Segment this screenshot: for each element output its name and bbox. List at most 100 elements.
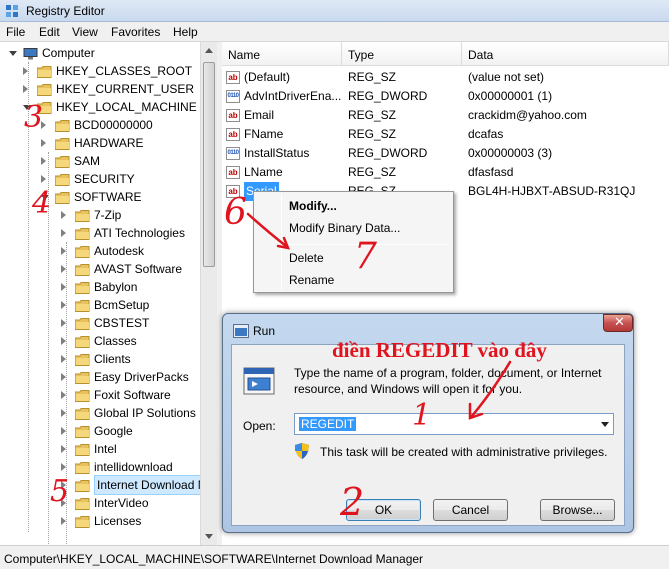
- tree-item[interactable]: CBSTEST: [0, 314, 200, 332]
- tree-item-label: Google: [94, 424, 133, 438]
- table-row[interactable]: 0110 AdvIntDriverEna... REG_DWORD 0x0000000…: [222, 87, 669, 106]
- table-row[interactable]: ab LName REG_SZ dfasfasd: [222, 163, 669, 182]
- tree-item-label: BcmSetup: [94, 298, 150, 312]
- table-row[interactable]: ab Email REG_SZ crackidm@yahoo.com: [222, 106, 669, 125]
- menu-file[interactable]: File: [6, 25, 25, 39]
- tree-item[interactable]: Google: [0, 422, 200, 440]
- tree-item[interactable]: Foxit Software: [0, 386, 200, 404]
- scroll-thumb[interactable]: [203, 62, 215, 267]
- folder-icon: [74, 245, 90, 258]
- admin-privileges-note: This task will be created with administr…: [320, 445, 608, 459]
- folder-icon: [74, 335, 90, 348]
- value-name: AdvIntDriverEna...: [244, 89, 342, 103]
- tree-item[interactable]: Internet Download Manager: [0, 475, 200, 495]
- expand-arrow-icon[interactable]: [61, 229, 66, 237]
- scroll-down-arrow-icon[interactable]: [205, 534, 213, 539]
- tree-item-label: AVAST Software: [94, 262, 183, 276]
- menu-edit[interactable]: Edit: [39, 25, 60, 39]
- value-name: FName: [244, 127, 284, 141]
- annotation-step-4: 4: [32, 186, 52, 221]
- collapse-arrow-icon[interactable]: [9, 51, 17, 56]
- scroll-up-arrow-icon[interactable]: [205, 48, 213, 53]
- string-value-icon: ab: [226, 128, 240, 141]
- tree-item[interactable]: intellidownload: [0, 458, 200, 476]
- menu-help[interactable]: Help: [173, 25, 198, 39]
- expand-arrow-icon[interactable]: [61, 211, 66, 219]
- value-type: REG_SZ: [348, 127, 397, 141]
- tree-item[interactable]: 7-Zip: [0, 206, 200, 224]
- menu-item-delete[interactable]: Delete: [289, 251, 324, 265]
- tree-item[interactable]: Computer: [0, 44, 200, 62]
- annotation-step-6: 6: [224, 192, 247, 233]
- tree-item[interactable]: Easy DriverPacks: [0, 368, 200, 386]
- menu-view[interactable]: View: [72, 25, 98, 39]
- run-program-icon: [243, 367, 275, 395]
- cancel-button[interactable]: Cancel: [433, 499, 508, 521]
- column-header-name[interactable]: Name: [222, 42, 342, 66]
- table-row[interactable]: ab FName REG_SZ dcafas: [222, 125, 669, 144]
- expand-arrow-icon[interactable]: [41, 175, 46, 183]
- tree-item-label: HKEY_CURRENT_USER: [56, 82, 195, 96]
- tree-item[interactable]: InterVideo: [0, 494, 200, 512]
- tree-item-label: Easy DriverPacks: [94, 370, 189, 384]
- tree-item[interactable]: Classes: [0, 332, 200, 350]
- tree-item[interactable]: Global IP Solutions: [0, 404, 200, 422]
- close-button[interactable]: ✕: [603, 314, 633, 332]
- folder-icon: [54, 191, 70, 204]
- tree-item-label: Babylon: [94, 280, 138, 294]
- browse-button[interactable]: Browse...: [540, 499, 615, 521]
- tree-item-label: SECURITY: [74, 172, 135, 186]
- tree-scrollbar[interactable]: [200, 42, 217, 545]
- chevron-down-icon[interactable]: [601, 422, 609, 427]
- open-combobox[interactable]: REGEDIT: [294, 413, 614, 435]
- folder-icon: [74, 479, 90, 492]
- tree-item[interactable]: HKEY_CLASSES_ROOT: [0, 62, 200, 80]
- value-type: REG_DWORD: [348, 89, 428, 103]
- tree-item[interactable]: SECURITY: [0, 170, 200, 188]
- value-data: BGL4H-HJBXT-ABSUD-R31QJ: [468, 184, 636, 198]
- tree-item-label: HKEY_CLASSES_ROOT: [56, 64, 193, 78]
- tree-item[interactable]: SOFTWARE: [0, 188, 200, 206]
- tree-item[interactable]: Licenses: [0, 512, 200, 530]
- menu-item-modify[interactable]: Modify...: [289, 199, 337, 213]
- folder-icon: [74, 317, 90, 330]
- tree-item[interactable]: Autodesk: [0, 242, 200, 260]
- value-type: REG_DWORD: [348, 146, 428, 160]
- tree-item[interactable]: HKEY_CURRENT_USER: [0, 80, 200, 98]
- open-input-value[interactable]: REGEDIT: [299, 417, 357, 431]
- tree-item-label: Autodesk: [94, 244, 145, 258]
- tree-item[interactable]: Babylon: [0, 278, 200, 296]
- folder-icon: [74, 461, 90, 474]
- tree-item-label: HKEY_LOCAL_MACHINE: [56, 100, 197, 114]
- menu-favorites[interactable]: Favorites: [111, 25, 160, 39]
- column-header-type[interactable]: Type: [342, 42, 462, 66]
- tree-item[interactable]: Clients: [0, 350, 200, 368]
- tree-item-label: Classes: [94, 334, 137, 348]
- tree-item[interactable]: SAM: [0, 152, 200, 170]
- tree-item-label: Computer: [42, 46, 95, 60]
- tree-item[interactable]: BcmSetup: [0, 296, 200, 314]
- context-menu-gutter: [281, 194, 282, 290]
- folder-icon: [74, 389, 90, 402]
- table-row[interactable]: ab (Default) REG_SZ (value not set): [222, 68, 669, 87]
- tree-item-label: HARDWARE: [74, 136, 144, 150]
- menu-item-modify-binary[interactable]: Modify Binary Data...: [289, 221, 400, 235]
- tree-item[interactable]: HARDWARE: [0, 134, 200, 152]
- status-path: Computer\HKEY_LOCAL_MACHINE\SOFTWARE\Int…: [4, 552, 424, 566]
- value-type: REG_SZ: [348, 165, 397, 179]
- tree-item[interactable]: AVAST Software: [0, 260, 200, 278]
- menu-bar: File Edit View Favorites Help: [0, 22, 669, 42]
- table-row[interactable]: 0110 InstallStatus REG_DWORD 0x00000003 (3): [222, 144, 669, 163]
- menu-item-rename[interactable]: Rename: [289, 273, 334, 287]
- string-value-icon: ab: [226, 166, 240, 179]
- column-header-data[interactable]: Data: [462, 42, 669, 66]
- folder-icon: [74, 209, 90, 222]
- tree-item-label: Global IP Solutions: [94, 406, 196, 420]
- tree-item[interactable]: ATI Technologies: [0, 224, 200, 242]
- value-name: (Default): [244, 70, 291, 84]
- expand-arrow-icon[interactable]: [41, 139, 46, 147]
- tree-item-label: SAM: [74, 154, 101, 168]
- tree-item-label: intellidownload: [94, 460, 173, 474]
- expand-arrow-icon[interactable]: [41, 157, 46, 165]
- tree-item[interactable]: Intel: [0, 440, 200, 458]
